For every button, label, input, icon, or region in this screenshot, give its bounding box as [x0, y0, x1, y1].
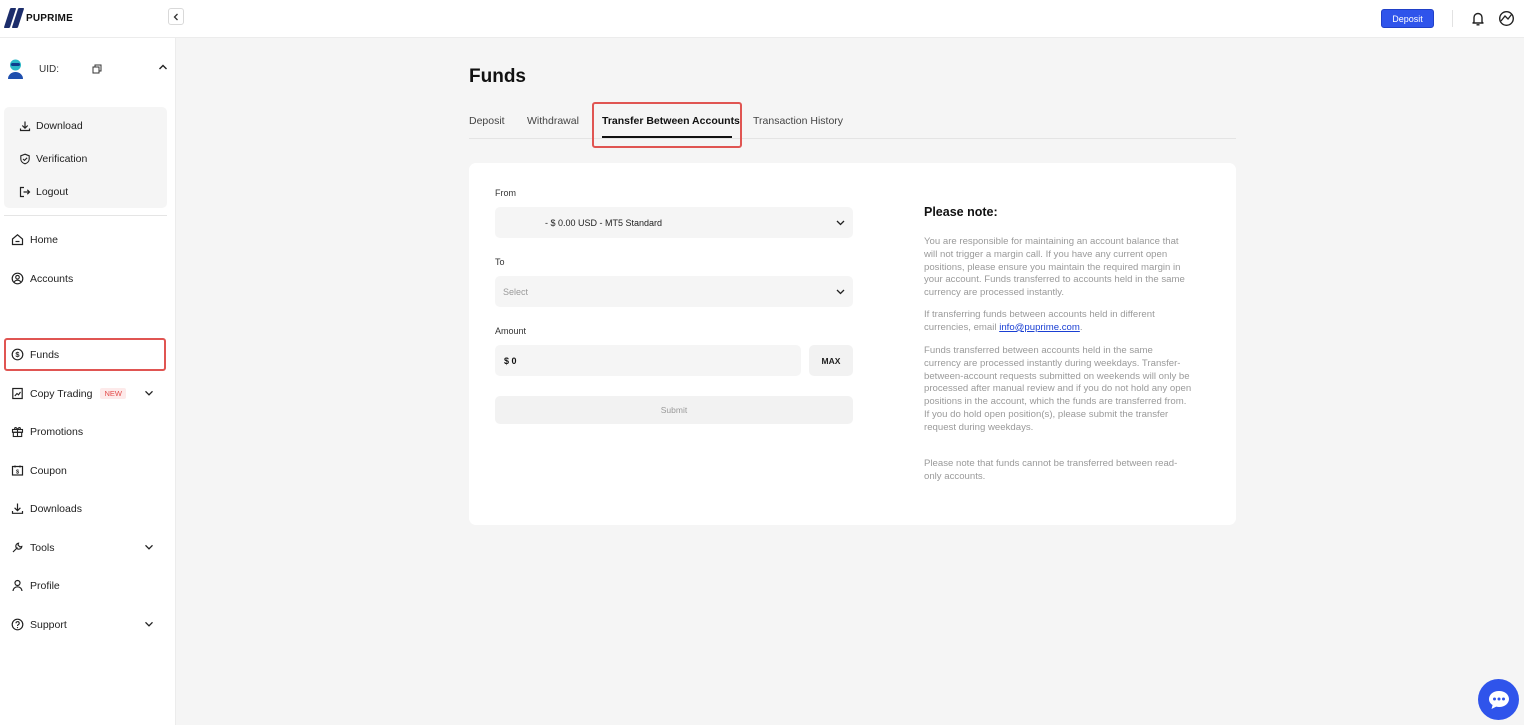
user-menu-logout[interactable]: Logout — [19, 185, 68, 199]
download-icon — [19, 121, 31, 132]
sidebar-divider — [4, 215, 167, 216]
note-paragraph: If transferring funds between accounts h… — [924, 309, 1192, 335]
globe-icon[interactable] — [1498, 10, 1515, 27]
brand-logo[interactable]: PUPRIME — [3, 8, 73, 28]
avatar — [8, 59, 23, 79]
note-text: . — [1079, 321, 1083, 333]
svg-text:$: $ — [15, 350, 20, 359]
tab-transaction-history[interactable]: Transaction History — [753, 115, 843, 127]
sidebar-item-home[interactable]: Home — [4, 223, 166, 256]
submit-button[interactable]: Submit — [495, 396, 853, 424]
user-menu-label: Logout — [36, 186, 69, 198]
tab-withdrawal[interactable]: Withdrawal — [527, 115, 579, 127]
chevron-down-icon — [836, 220, 845, 226]
amount-input[interactable]: $ 0 — [495, 345, 801, 376]
chevron-down-icon[interactable] — [144, 388, 154, 398]
amount-label: Amount — [495, 326, 527, 336]
sidebar-item-label: Support — [30, 618, 67, 631]
sidebar-item-label: Promotions — [30, 425, 84, 438]
from-account-select[interactable]: - $ 0.00 USD - MT5 Standard — [495, 207, 853, 238]
note-title: Please note: — [924, 205, 998, 219]
user-menu-label: Verification — [36, 153, 88, 165]
chevron-down-icon — [836, 289, 845, 295]
note-paragraph: Funds transferred between accounts held … — [924, 345, 1192, 433]
user-menu-verification[interactable]: Verification — [19, 152, 87, 166]
collapse-sidebar-button[interactable] — [168, 8, 184, 25]
sidebar-item-support[interactable]: Support — [4, 608, 166, 641]
user-menu-label: Download — [36, 120, 83, 132]
sidebar-item-copy-trading[interactable]: Copy Trading NEW — [4, 377, 166, 410]
sidebar-item-label: Coupon — [30, 464, 67, 477]
chat-bubble-icon — [1488, 690, 1509, 709]
page-title: Funds — [469, 66, 526, 87]
chevron-left-icon — [173, 13, 178, 20]
max-button[interactable]: MAX — [809, 345, 853, 376]
note-paragraph: Please note that funds cannot be transfe… — [924, 458, 1178, 482]
copy-trading-icon — [12, 387, 23, 400]
sidebar-item-label: Funds — [30, 348, 60, 361]
profile-icon — [12, 579, 23, 592]
from-account-value: - $ 0.00 USD - MT5 Standard — [545, 217, 663, 228]
note-paragraph: You are responsible for maintaining an a… — [924, 236, 1185, 299]
to-account-placeholder: Select — [503, 286, 529, 297]
header-deposit-button[interactable]: Deposit — [1381, 9, 1434, 28]
to-account-select[interactable]: Select — [495, 276, 853, 307]
live-chat-button[interactable] — [1478, 679, 1519, 720]
user-menu-download[interactable]: Download — [19, 119, 83, 133]
shield-check-icon — [20, 153, 30, 165]
sidebar-item-profile[interactable]: Profile — [4, 569, 166, 602]
user-menu: Download Verification Logout — [4, 107, 167, 208]
top-bar: PUPRIME Deposit — [0, 0, 1524, 38]
sidebar-item-accounts[interactable]: Accounts — [4, 262, 166, 295]
sidebar-item-coupon[interactable]: $ Coupon — [4, 454, 166, 487]
logo-text: PUPRIME — [26, 12, 73, 24]
support-email-link[interactable]: info@puprime.com — [999, 322, 1080, 333]
sidebar-item-label: Downloads — [30, 502, 82, 515]
tab-deposit[interactable]: Deposit — [469, 115, 505, 127]
user-summary[interactable]: UID: — [7, 55, 169, 83]
to-label: To — [495, 257, 505, 267]
svg-text:$: $ — [16, 470, 19, 476]
funds-icon: $ — [11, 348, 24, 361]
sidebar-item-funds[interactable]: $ Funds — [4, 338, 166, 371]
download-icon — [11, 503, 24, 514]
support-icon — [11, 618, 24, 631]
home-icon — [11, 234, 24, 246]
bell-icon[interactable] — [1470, 10, 1486, 27]
coupon-icon: $ — [11, 465, 24, 476]
chevron-down-icon[interactable] — [144, 542, 154, 552]
chevron-up-icon[interactable] — [157, 61, 169, 73]
sidebar-item-label: Copy Trading — [30, 387, 93, 400]
header-divider — [1452, 10, 1453, 27]
funds-tabs: Deposit Withdrawal Transfer Between Acco… — [469, 103, 1236, 139]
copy-icon[interactable] — [92, 64, 102, 74]
logout-icon — [19, 186, 31, 198]
active-tab-highlight — [592, 102, 742, 148]
sidebar-item-label: Profile — [30, 579, 60, 592]
tools-icon — [12, 542, 23, 553]
new-badge: NEW — [100, 388, 126, 399]
sidebar-item-downloads[interactable]: Downloads — [4, 492, 166, 525]
from-label: From — [495, 188, 516, 198]
gift-icon — [11, 427, 24, 438]
logo-mark — [3, 8, 25, 28]
sidebar: UID: Download Verification Logout Home A… — [0, 38, 176, 725]
chevron-down-icon[interactable] — [144, 619, 154, 629]
accounts-icon — [11, 272, 24, 285]
sidebar-item-label: Tools — [30, 541, 55, 554]
sidebar-item-label: Accounts — [30, 272, 74, 285]
sidebar-item-promotions[interactable]: Promotions — [4, 415, 166, 448]
uid-label: UID: — [39, 63, 59, 75]
sidebar-item-tools[interactable]: Tools — [4, 531, 166, 564]
sidebar-item-label: Home — [30, 233, 59, 246]
